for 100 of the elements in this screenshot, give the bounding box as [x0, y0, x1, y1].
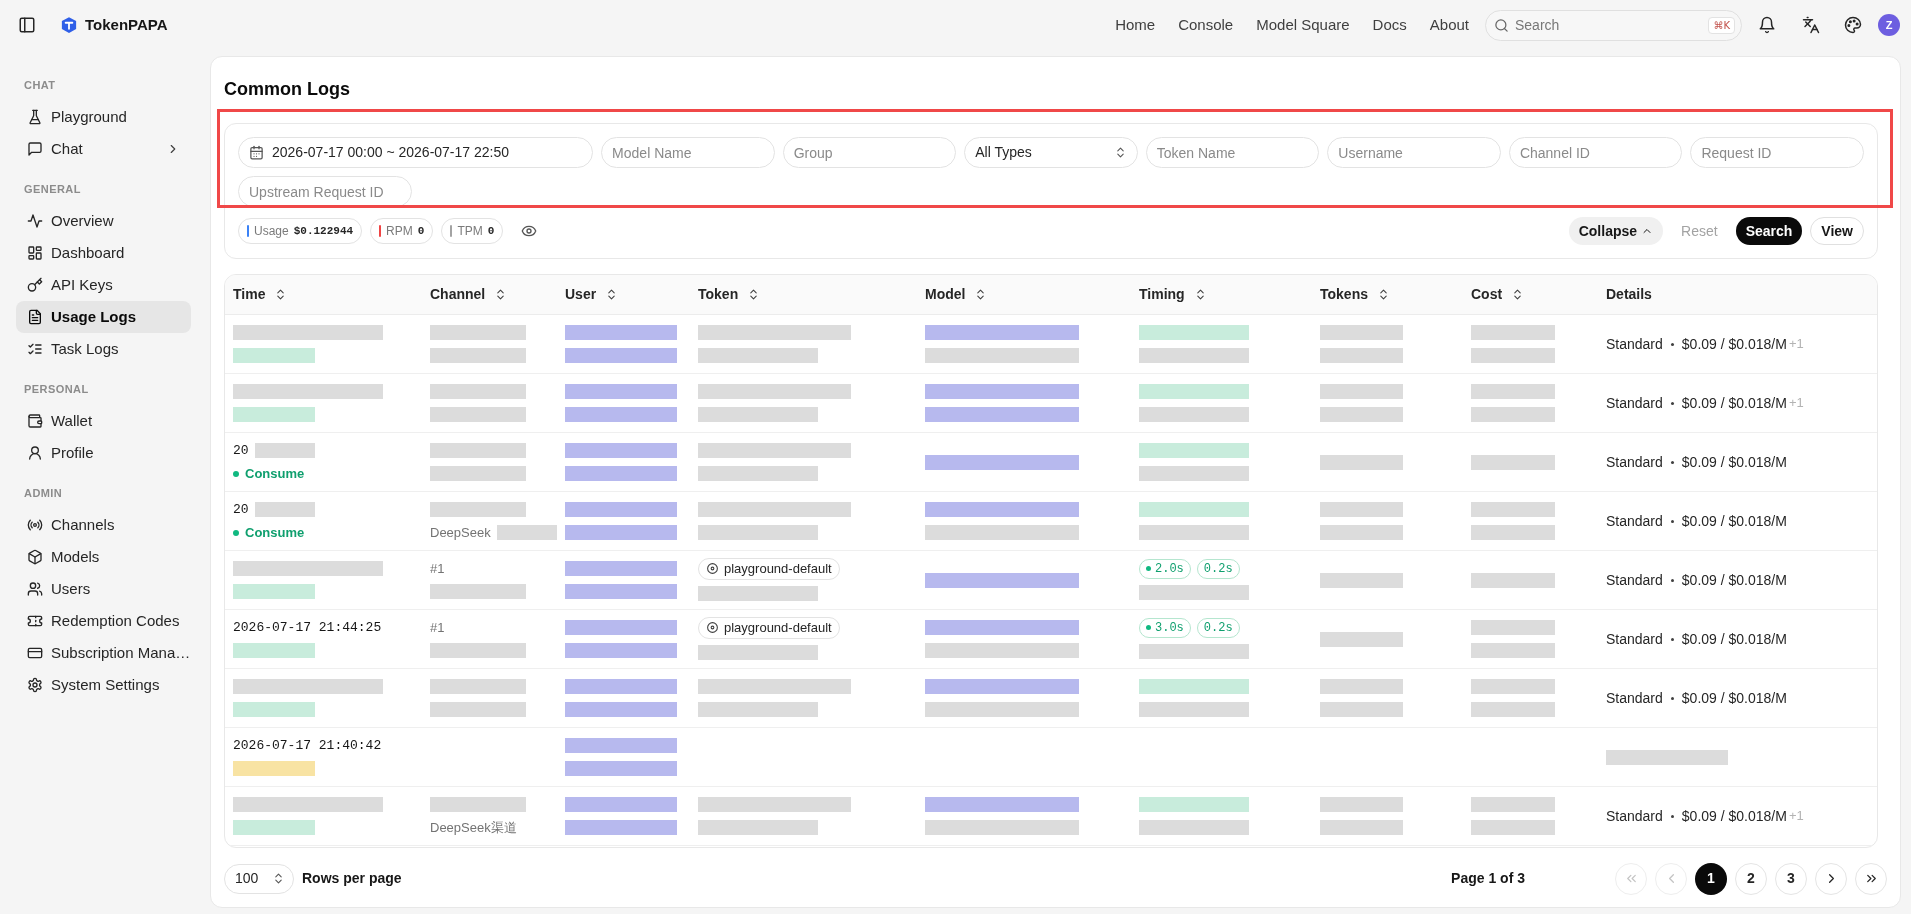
- price-text: $0.09 / $0.018/M: [1681, 629, 1787, 649]
- grid-icon: [27, 245, 43, 261]
- page-button[interactable]: 1: [1695, 862, 1727, 895]
- credit-card-icon: [27, 645, 43, 661]
- nav-link[interactable]: Model Square: [1256, 13, 1350, 37]
- price-text: $0.09 / $0.018/M: [1681, 334, 1787, 354]
- stat-value: $0.122944: [293, 223, 354, 239]
- input-field[interactable]: Channel ID: [1508, 137, 1683, 168]
- timestamp: 20: [233, 500, 249, 519]
- user-avatar[interactable]: Z: [1878, 14, 1900, 36]
- sidebar-item[interactable]: Channels: [16, 509, 191, 541]
- sidebar-item[interactable]: API Keys: [16, 269, 191, 301]
- translate-icon[interactable]: [1802, 16, 1820, 34]
- input-field[interactable]: Group: [782, 137, 957, 168]
- input-field[interactable]: Token Name: [1145, 137, 1320, 168]
- input-field[interactable]: Model Name: [601, 137, 775, 168]
- stat-value: 0: [487, 223, 495, 239]
- checklist-icon: [27, 341, 43, 357]
- sort-icon[interactable]: [1377, 288, 1390, 301]
- collapse-button[interactable]: Collapse: [1568, 217, 1664, 245]
- flask-icon: [27, 109, 43, 125]
- extra-count: +1: [1788, 335, 1804, 354]
- column-header[interactable]: Tokens: [1320, 284, 1368, 305]
- chat-bubble-icon: [27, 141, 43, 157]
- tier-label: Standard: [1606, 629, 1663, 649]
- timestamp: 2026-07-17 21:44:25: [233, 618, 382, 637]
- price-text: $0.09 / $0.018/M: [1681, 452, 1787, 472]
- section-label: GENERAL: [23, 182, 82, 197]
- sidebar-item[interactable]: Users: [16, 573, 191, 605]
- nav-link[interactable]: Console: [1178, 13, 1234, 37]
- column-header[interactable]: Channel: [430, 284, 486, 305]
- palette-icon[interactable]: [1844, 16, 1862, 34]
- sidebar-toggle-icon[interactable]: [18, 16, 36, 34]
- stat-label: Usage: [254, 223, 289, 240]
- duration-value: 0.2s: [1203, 560, 1233, 578]
- column-header[interactable]: Cost: [1471, 284, 1503, 305]
- input-field[interactable]: Upstream Request ID: [238, 176, 412, 207]
- token-icon: [706, 621, 719, 634]
- sidebar-item[interactable]: Usage Logs: [16, 301, 191, 333]
- column-header: Details: [1606, 285, 1652, 304]
- cube-icon: [27, 549, 43, 565]
- section-label: CHAT: [23, 78, 57, 93]
- price-text: $0.09 / $0.018/M: [1681, 570, 1787, 590]
- document-icon: [27, 309, 43, 325]
- person-icon: [27, 445, 43, 461]
- tier-label: Standard: [1606, 334, 1663, 354]
- tier-label: Standard: [1606, 688, 1663, 708]
- tier-label: Standard: [1606, 393, 1663, 413]
- duration-value: 0.2s: [1203, 619, 1233, 637]
- duration-value: 2.0s: [1155, 560, 1184, 578]
- status-label: Consume: [245, 464, 305, 483]
- people-icon: [27, 581, 43, 597]
- token-name: playground-default: [724, 618, 832, 637]
- input-field[interactable]: Request ID: [1690, 137, 1864, 168]
- price-text: $0.09 / $0.018/M: [1681, 806, 1787, 826]
- notification-bell-icon[interactable]: [1758, 16, 1776, 34]
- sidebar-item[interactable]: Dashboard: [16, 237, 191, 269]
- sidebar-item[interactable]: System Settings: [16, 669, 191, 701]
- column-header[interactable]: User: [565, 284, 597, 305]
- nav-link[interactable]: Docs: [1372, 13, 1407, 37]
- section-label: PERSONAL: [23, 382, 90, 397]
- brand-name: TokenPAPA: [85, 14, 168, 35]
- column-header[interactable]: Time: [233, 284, 266, 305]
- logo-icon: [60, 16, 78, 34]
- timestamp: 20: [233, 441, 249, 460]
- sidebar-item[interactable]: Task Logs: [16, 333, 191, 365]
- stat-value: 0: [417, 223, 425, 239]
- tier-label: Standard: [1606, 452, 1663, 472]
- input-field[interactable]: Username: [1327, 137, 1501, 168]
- column-header[interactable]: Timing: [1139, 284, 1185, 305]
- column-header[interactable]: Token: [698, 284, 739, 305]
- sidebar-item[interactable]: Wallet: [16, 405, 191, 437]
- sidebar-item[interactable]: Redemption Codes: [16, 605, 191, 637]
- sidebar-item[interactable]: Overview: [16, 205, 191, 237]
- column-header[interactable]: Model: [925, 284, 966, 305]
- price-text: $0.09 / $0.018/M: [1681, 393, 1787, 413]
- channel-label: DeepSeek: [430, 523, 491, 542]
- duration-value: 3.0s: [1155, 619, 1184, 637]
- sidebar-item[interactable]: Chat: [16, 133, 191, 165]
- page-info: Page 1 of 3: [1451, 869, 1525, 888]
- token-name: playground-default: [724, 559, 832, 578]
- channel-label: DeepSeek渠道: [430, 818, 517, 837]
- wallet-icon: [27, 413, 43, 429]
- channel-label: #1: [430, 618, 445, 637]
- page-title: Common Logs: [224, 78, 350, 101]
- key-icon: [27, 277, 43, 293]
- sidebar-item[interactable]: Playground: [16, 101, 191, 133]
- sidebar-item[interactable]: Subscription Mana…: [16, 637, 191, 669]
- ticket-icon: [27, 613, 43, 629]
- status-label: Consume: [245, 523, 305, 542]
- sidebar-item[interactable]: Models: [16, 541, 191, 573]
- section-label: ADMIN: [23, 486, 64, 501]
- extra-count: +1: [1788, 807, 1804, 826]
- sidebar-item[interactable]: Profile: [16, 437, 191, 469]
- nav-link[interactable]: About: [1429, 13, 1469, 37]
- search-button[interactable]: Search: [1735, 217, 1803, 245]
- eye-icon[interactable]: [521, 223, 538, 239]
- nav-link[interactable]: Home: [1115, 13, 1156, 37]
- pulse-line-icon: [27, 213, 43, 229]
- timestamp: 2026-07-17 21:40:42: [233, 736, 382, 755]
